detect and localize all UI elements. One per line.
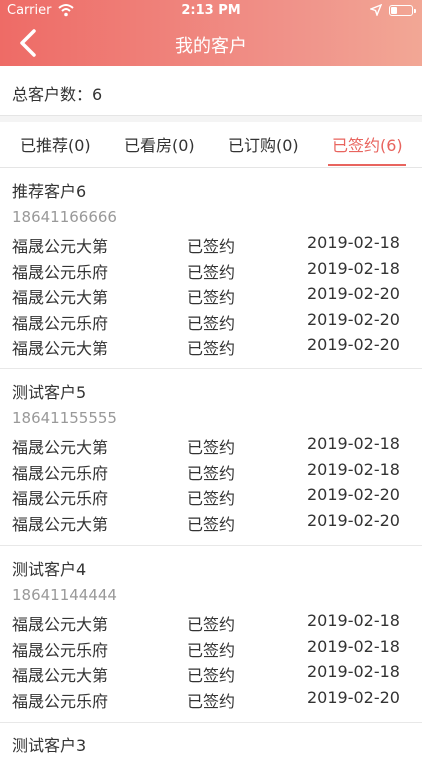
record-status: 已签约 — [187, 314, 236, 333]
record-date: 2019-02-18 — [307, 434, 400, 453]
customer-phone: 18641155555 — [12, 409, 117, 427]
record-status: 已签约 — [187, 263, 236, 282]
tab-ordered[interactable]: 已订购(0) — [228, 132, 299, 156]
active-tab-indicator — [328, 164, 406, 166]
record-project: 福晟公元大第 — [12, 615, 109, 634]
record-project: 福晟公元大第 — [12, 438, 109, 457]
record-date: 2019-02-20 — [307, 511, 400, 530]
status-tabs: 已推荐(0) 已看房(0) 已订购(0) 已签约(6) — [0, 122, 422, 168]
record-row: 福晟公元乐府 已签约 2019-02-18 — [0, 460, 422, 485]
record-row: 福晟公元大第 已签约 2019-02-18 — [0, 434, 422, 459]
page-title: 我的客户 — [175, 36, 247, 57]
record-project: 福晟公元大第 — [12, 666, 109, 685]
nav-header: Carrier 2:13 PM 我的客户 — [0, 0, 422, 66]
record-date: 2019-02-18 — [307, 460, 400, 479]
location-arrow-icon — [370, 4, 382, 16]
customer-card[interactable]: 测试客户4 18641144444 福晟公元大第 已签约 2019-02-18 … — [0, 546, 422, 723]
customer-card[interactable]: 推荐客户6 18641166666 福晟公元大第 已签约 2019-02-18 … — [0, 168, 422, 369]
record-status: 已签约 — [187, 339, 236, 358]
record-date: 2019-02-18 — [307, 233, 400, 252]
record-status: 已签约 — [187, 666, 236, 685]
record-date: 2019-02-18 — [307, 637, 400, 656]
record-row: 福晟公元大第 已签约 2019-02-20 — [0, 335, 422, 360]
record-status: 已签约 — [187, 615, 236, 634]
record-date: 2019-02-20 — [307, 284, 400, 303]
record-project: 福晟公元乐府 — [12, 263, 109, 282]
customer-name: 测试客户5 — [12, 383, 87, 402]
record-status: 已签约 — [187, 489, 236, 508]
customer-phone: 18641166666 — [12, 208, 117, 226]
record-status: 已签约 — [187, 237, 236, 256]
tab-signed[interactable]: 已签约(6) — [332, 132, 403, 156]
record-project: 福晟公元乐府 — [12, 641, 109, 660]
record-project: 福晟公元乐府 — [12, 692, 109, 711]
record-row: 福晟公元大第 已签约 2019-02-18 — [0, 662, 422, 687]
record-row: 福晟公元乐府 已签约 2019-02-20 — [0, 310, 422, 335]
battery-icon — [389, 5, 416, 16]
tab-recommended[interactable]: 已推荐(0) — [20, 132, 91, 156]
record-status: 已签约 — [187, 641, 236, 660]
record-project: 福晟公元乐府 — [12, 314, 109, 333]
record-status: 已签约 — [187, 288, 236, 307]
record-row: 福晟公元大第 已签约 2019-02-20 — [0, 511, 422, 536]
status-time: 2:13 PM — [181, 3, 241, 18]
customer-card[interactable]: 测试客户5 18641155555 福晟公元大第 已签约 2019-02-18 … — [0, 369, 422, 546]
record-project: 福晟公元大第 — [12, 515, 109, 534]
record-status: 已签约 — [187, 438, 236, 457]
record-status: 已签约 — [187, 464, 236, 483]
status-bar: Carrier 2:13 PM — [0, 0, 422, 22]
record-status: 已签约 — [187, 692, 236, 711]
record-date: 2019-02-18 — [307, 259, 400, 278]
record-row: 福晟公元大第 已签约 2019-02-20 — [0, 284, 422, 309]
record-row: 福晟公元乐府 已签约 2019-02-20 — [0, 688, 422, 713]
record-project: 福晟公元大第 — [12, 237, 109, 256]
record-row: 福晟公元乐府 已签约 2019-02-18 — [0, 637, 422, 662]
record-date: 2019-02-20 — [307, 688, 400, 707]
record-date: 2019-02-20 — [307, 335, 400, 354]
customer-name: 测试客户3 — [12, 736, 87, 755]
record-project: 福晟公元大第 — [12, 288, 109, 307]
record-project: 福晟公元乐府 — [12, 464, 109, 483]
record-date: 2019-02-18 — [307, 662, 400, 681]
customer-phone: 18641144444 — [12, 586, 117, 604]
record-row: 福晟公元乐府 已签约 2019-02-18 — [0, 259, 422, 284]
customer-card[interactable]: 测试客户3 — [0, 723, 422, 763]
tab-viewed[interactable]: 已看房(0) — [124, 132, 195, 156]
record-row: 福晟公元大第 已签约 2019-02-18 — [0, 611, 422, 636]
customer-name: 测试客户4 — [12, 560, 87, 579]
customer-list: 推荐客户6 18641166666 福晟公元大第 已签约 2019-02-18 … — [0, 168, 422, 763]
record-project: 福晟公元大第 — [12, 339, 109, 358]
customer-count-label: 总客户数：6 — [12, 85, 103, 104]
record-date: 2019-02-18 — [307, 611, 400, 630]
customer-count-bar: 总客户数：6 — [0, 66, 422, 116]
record-date: 2019-02-20 — [307, 310, 400, 329]
record-status: 已签约 — [187, 515, 236, 534]
record-row: 福晟公元大第 已签约 2019-02-18 — [0, 233, 422, 258]
record-row: 福晟公元乐府 已签约 2019-02-20 — [0, 485, 422, 510]
record-date: 2019-02-20 — [307, 485, 400, 504]
record-project: 福晟公元乐府 — [12, 489, 109, 508]
customer-name: 推荐客户6 — [12, 182, 87, 201]
